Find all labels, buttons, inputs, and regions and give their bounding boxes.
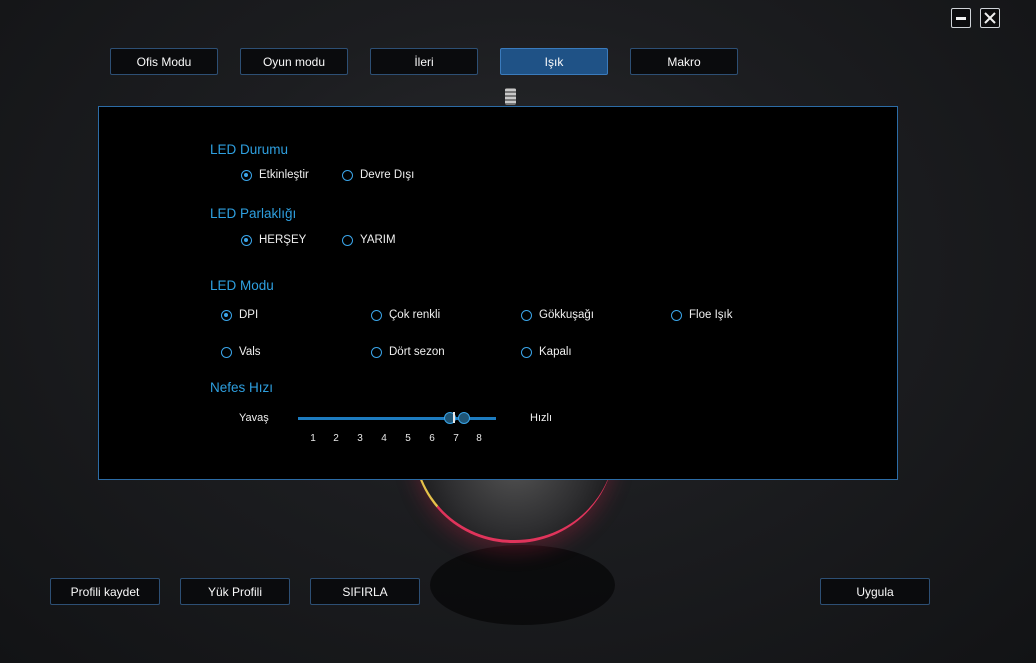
tab-oyun-modu[interactable]: Oyun modu xyxy=(240,48,348,75)
radio-label: Gökkuşağı xyxy=(539,309,594,321)
slider-tick-marker xyxy=(453,412,455,423)
radio-circle xyxy=(521,346,532,358)
tab-isik[interactable]: Işık xyxy=(500,48,608,75)
radio-label: Etkinleştir xyxy=(259,169,309,181)
radio-mode-off[interactable]: Kapalı xyxy=(521,346,572,358)
mouse-shadow xyxy=(430,545,615,625)
tab-ofis-modu[interactable]: Ofis Modu xyxy=(110,48,218,75)
radio-brightness-all[interactable]: HERŞEY xyxy=(241,234,306,246)
tick-label: 5 xyxy=(405,433,411,444)
radio-circle xyxy=(371,346,382,358)
radio-led-enable[interactable]: Etkinleştir xyxy=(241,169,309,181)
tick-label: 6 xyxy=(429,433,435,444)
radio-circle xyxy=(371,309,382,321)
tick-label: 2 xyxy=(333,433,339,444)
led-mode-heading: LED Modu xyxy=(210,278,274,293)
slow-label: Yavaş xyxy=(239,412,269,424)
radio-mode-rainbow[interactable]: Gökkuşağı xyxy=(521,309,594,321)
radio-label: Devre Dışı xyxy=(360,169,415,181)
tab-makro[interactable]: Makro xyxy=(630,48,738,75)
slider-thumb[interactable] xyxy=(458,412,470,424)
tab-ileri[interactable]: İleri xyxy=(370,48,478,75)
radio-mode-waltz[interactable]: Vals xyxy=(221,346,261,358)
tick-label: 4 xyxy=(381,433,387,444)
radio-circle xyxy=(521,309,532,321)
tick-label: 3 xyxy=(357,433,363,444)
tick-label: 1 xyxy=(310,433,316,444)
radio-circle xyxy=(241,169,252,181)
tick-label: 7 xyxy=(453,433,459,444)
tick-label: 8 xyxy=(476,433,482,444)
radio-mode-four-seasons[interactable]: Dört sezon xyxy=(371,346,445,358)
load-profile-button[interactable]: Yük Profili xyxy=(180,578,290,605)
radio-label: DPI xyxy=(239,309,259,321)
radio-mode-multicolor[interactable]: Çok renkli xyxy=(371,309,440,321)
radio-mode-dpi[interactable]: DPI xyxy=(221,309,258,321)
radio-led-disable[interactable]: Devre Dışı xyxy=(342,169,414,181)
breath-speed-heading: Nefes Hızı xyxy=(210,380,274,395)
led-brightness-heading: LED Parlaklığı xyxy=(210,206,297,221)
close-button[interactable] xyxy=(980,8,1000,28)
radio-label: Vals xyxy=(239,346,261,358)
lighting-panel: LED Durumu Etkinleştir Devre Dışı LED Pa… xyxy=(98,106,898,480)
radio-label: Dört sezon xyxy=(389,346,445,358)
radio-label: YARIM xyxy=(360,234,396,246)
mouse-cable xyxy=(505,88,516,105)
radio-label: HERŞEY xyxy=(259,234,307,246)
apply-button[interactable]: Uygula xyxy=(820,578,930,605)
radio-circle xyxy=(221,309,232,321)
radio-circle xyxy=(342,234,353,246)
close-icon xyxy=(984,12,996,24)
radio-label: Çok renkli xyxy=(389,309,441,321)
save-profile-button[interactable]: Profili kaydet xyxy=(50,578,160,605)
radio-circle xyxy=(342,169,353,181)
radio-label: Floe Işık xyxy=(689,309,733,321)
minimize-button[interactable] xyxy=(951,8,971,28)
fast-label: Hızlı xyxy=(530,412,552,424)
radio-label: Kapalı xyxy=(539,346,572,358)
minimize-icon xyxy=(956,16,966,20)
reset-button[interactable]: SIFIRLA xyxy=(310,578,420,605)
radio-circle xyxy=(241,234,252,246)
led-status-heading: LED Durumu xyxy=(210,142,289,157)
radio-circle xyxy=(671,309,682,321)
radio-mode-floe[interactable]: Floe Işık xyxy=(671,309,732,321)
radio-brightness-half[interactable]: YARIM xyxy=(342,234,396,246)
radio-circle xyxy=(221,346,232,358)
